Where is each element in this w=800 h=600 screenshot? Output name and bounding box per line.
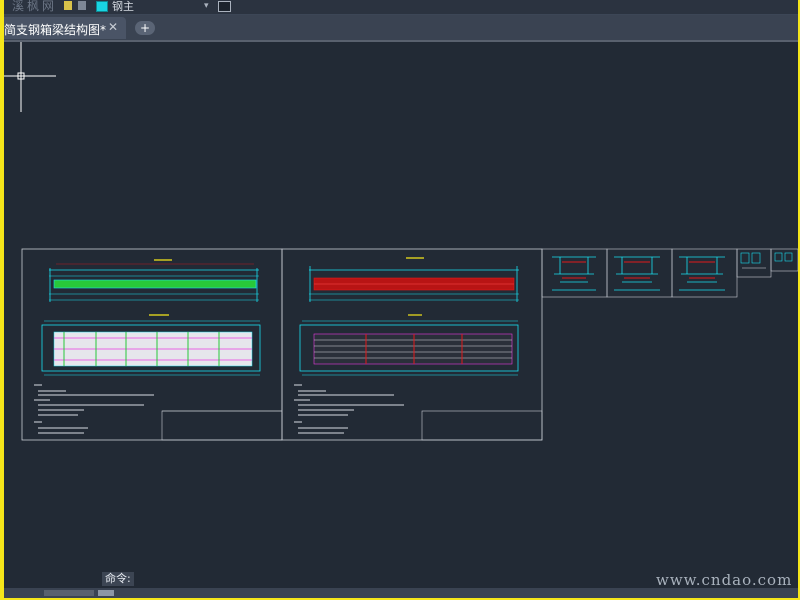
- document-tab-bar: 简支钢箱梁结构图* ✕ +: [4, 15, 798, 42]
- plan-view-1: [41, 314, 261, 376]
- general-notes-1: [34, 384, 154, 434]
- model-space: [4, 42, 798, 441]
- lightbulb-icon[interactable]: [64, 1, 72, 10]
- layer-color-swatch: [96, 1, 108, 12]
- tab-title: 简支钢箱梁结构图*: [4, 23, 107, 37]
- drawing-sheet-1[interactable]: [21, 248, 283, 441]
- drawing-sheet-6[interactable]: [736, 248, 772, 278]
- general-notes-2: [294, 384, 404, 434]
- plan-view-2: [299, 314, 519, 376]
- drawing-sheet-7[interactable]: [770, 248, 798, 272]
- cad-window: 溪枫网 钢主 ▾ 简支钢箱梁结构图* ✕ + 命令: www.cndao.com: [4, 0, 798, 598]
- drawing-canvas[interactable]: [4, 42, 798, 587]
- drawing-sheet-2[interactable]: [281, 248, 543, 441]
- crosshair-cursor: [4, 42, 56, 112]
- new-tab-button[interactable]: +: [135, 21, 155, 35]
- drawing-sheet-3[interactable]: [541, 248, 608, 298]
- drawing-sheet-4[interactable]: [606, 248, 673, 298]
- toolbar-ghost-text: 溪枫网: [12, 0, 58, 13]
- model-space-icon[interactable]: [98, 590, 114, 596]
- close-tab-icon[interactable]: ✕: [108, 20, 118, 34]
- layout-tabs[interactable]: [44, 590, 94, 596]
- tab-drawing[interactable]: 简支钢箱梁结构图* ✕: [4, 17, 126, 39]
- status-bar: [4, 588, 798, 598]
- drawing-sheet-5[interactable]: [671, 248, 738, 298]
- sun-icon[interactable]: [78, 1, 86, 10]
- quick-access-toolbar: 溪枫网 钢主 ▾: [4, 0, 798, 15]
- layer-properties-icon[interactable]: [218, 1, 231, 12]
- command-line-prompt[interactable]: 命令:: [102, 572, 134, 586]
- elevation-view-2: [309, 257, 519, 302]
- layer-dropdown-chevron-icon[interactable]: ▾: [204, 1, 209, 11]
- layer-name[interactable]: 钢主: [112, 0, 134, 14]
- elevation-view-1: [49, 259, 259, 302]
- watermark: www.cndao.com: [656, 571, 793, 589]
